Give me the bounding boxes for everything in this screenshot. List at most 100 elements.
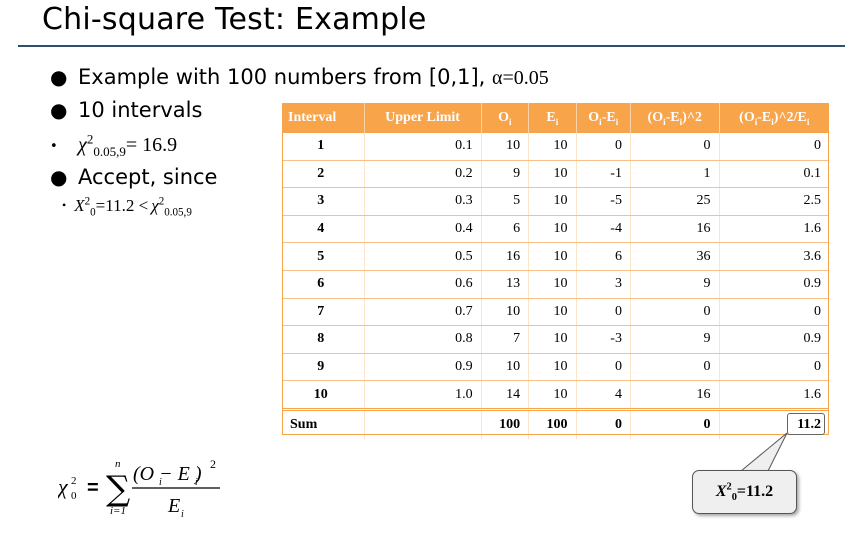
table-cell: 0.9	[719, 325, 829, 354]
bullet-example-text: Example with 100 numbers from [0,1],	[78, 65, 493, 89]
table-cell: -1	[576, 160, 631, 189]
table-row: 9 0.9 10 10 0 0 0	[282, 353, 829, 382]
title-divider	[18, 45, 845, 47]
table-cell: 3	[282, 187, 365, 216]
sub-bullet-test-statistic: • X20=11.2 < χ20.05,9	[62, 196, 192, 219]
bullet-intervals-text: 10 intervals	[78, 98, 203, 122]
sum-cell: 100	[481, 407, 530, 439]
formula-num-sub-i: i	[159, 477, 162, 488]
table-cell: 0.9	[364, 353, 482, 382]
bullet-dot-icon: ●	[50, 98, 68, 122]
table-cell: 10	[528, 353, 577, 382]
table-row: 5 0.5 16 10 6 36 3.6	[282, 242, 829, 271]
table-cell: 7	[481, 325, 530, 354]
table-cell: 16	[481, 242, 530, 271]
chi-subscript: 0.05,9	[93, 144, 126, 159]
table-cell: 3	[576, 270, 631, 299]
table-cell: 13	[481, 270, 530, 299]
chi-symbol: χ	[151, 196, 159, 215]
table-cell: 10	[481, 298, 530, 327]
table-cell: 0	[719, 298, 829, 327]
table-cell: 16	[630, 215, 720, 244]
table-cell: 0.4	[364, 215, 482, 244]
callout-x-symbol: X	[715, 483, 727, 500]
sum-cell: 0	[576, 407, 631, 439]
chi-subscript: 0.05,9	[164, 206, 192, 219]
table-cell: 10	[528, 215, 577, 244]
table-cell: 10	[481, 133, 530, 161]
sub-bullet-dot-icon: •	[62, 198, 67, 212]
table-cell: 10	[528, 133, 577, 161]
table-cell: 6	[481, 215, 530, 244]
test-statistic-callout: X20=11.2	[692, 470, 797, 514]
table-cell: 9	[630, 270, 720, 299]
formula-sum-upper: n	[115, 458, 121, 470]
formula-numerator: (O − E )	[133, 463, 202, 485]
table-cell: 14	[481, 380, 530, 410]
table-cell: 16	[630, 380, 720, 410]
formula-num-sub-i2: i	[195, 477, 198, 488]
formula-sum-lower: i=1	[110, 505, 126, 517]
table-cell: 1.6	[719, 215, 829, 244]
table-cell: 1	[282, 133, 365, 161]
formula-equals: =	[87, 477, 99, 499]
formula-denominator: E	[167, 495, 180, 517]
table-row: 7 0.7 10 10 0 0 0	[282, 298, 829, 327]
sum-cell	[364, 407, 482, 439]
table-cell: 8	[282, 325, 365, 354]
table-cell: 10	[528, 298, 577, 327]
x-symbol: X	[74, 196, 85, 215]
table-cell: 0.7	[364, 298, 482, 327]
table-cell: 9	[630, 325, 720, 354]
table-cell: 1.6	[719, 380, 829, 410]
table-cell: 10	[528, 325, 577, 354]
table-row: 3 0.3 5 10 -5 25 2.5	[282, 187, 829, 216]
table-cell: 0	[719, 353, 829, 382]
test-statistic-value: =11.2 <	[95, 196, 149, 215]
slide-title: Chi-square Test: Example	[42, 2, 427, 37]
table-cell: 4	[576, 380, 631, 410]
header-expected: Ei	[528, 103, 577, 133]
table-cell: 5	[481, 187, 530, 216]
bullet-accept-text: Accept, since	[78, 165, 218, 189]
table-cell: 0.3	[364, 187, 482, 216]
table-header-row: Interval Upper Limit Oi Ei Oi-Ei (Oi-Ei)…	[282, 103, 829, 133]
table-cell: 0.9	[719, 270, 829, 299]
table-body: 1 0.1 10 10 0 0 0 2 0.2 9 10 -1 1 0.1 3 0.3 5 10 -5 25 2.5 4 0…	[282, 133, 829, 439]
table-row: 1 0.1 10 10 0 0 0	[282, 133, 829, 161]
callout-superscript: 2	[726, 481, 732, 493]
table-cell: 10	[528, 270, 577, 299]
table-cell: 0	[630, 353, 720, 382]
formula-num-sup: 2	[210, 457, 216, 471]
formula-chi-sup: 2	[71, 475, 77, 487]
sum-label: Sum	[282, 407, 365, 439]
sum-cell: 11.2	[719, 407, 829, 439]
table-cell: 0.8	[364, 325, 482, 354]
table-cell: 6	[282, 270, 365, 299]
table-sum-row: Sum 100 100 0 0 11.2	[282, 407, 829, 439]
table-cell: 36	[630, 242, 720, 271]
bullet-dot-icon: •	[50, 139, 58, 154]
table-cell: 10	[481, 353, 530, 382]
table-cell: 3.6	[719, 242, 829, 271]
table-row: 10 1.0 14 10 4 16 1.6	[282, 380, 829, 410]
formula-den-sub-i: i	[181, 509, 184, 520]
header-squared: (Oi-Ei)^2	[630, 103, 720, 133]
chi-symbol: χ	[78, 134, 87, 156]
table-cell: 0	[630, 133, 720, 161]
table-row: 4 0.4 6 10 -4 16 1.6	[282, 215, 829, 244]
header-normalized: (Oi-Ei)^2/Ei	[719, 103, 829, 133]
sum-cell: 100	[528, 407, 577, 439]
table-row: 2 0.2 9 10 -1 1 0.1	[282, 160, 829, 189]
alpha-value: α=0.05	[492, 67, 549, 89]
table-cell: 0.1	[719, 160, 829, 189]
table-cell: 25	[630, 187, 720, 216]
table-cell: 0.1	[364, 133, 482, 161]
table-cell: 10	[528, 160, 577, 189]
table-cell: 10	[528, 380, 577, 410]
formula-chi-sub: 0	[71, 490, 77, 502]
header-upper-limit: Upper Limit	[364, 103, 482, 133]
table-cell: 0	[576, 133, 631, 161]
table-cell: 9	[481, 160, 530, 189]
table-cell: 10	[282, 380, 365, 410]
